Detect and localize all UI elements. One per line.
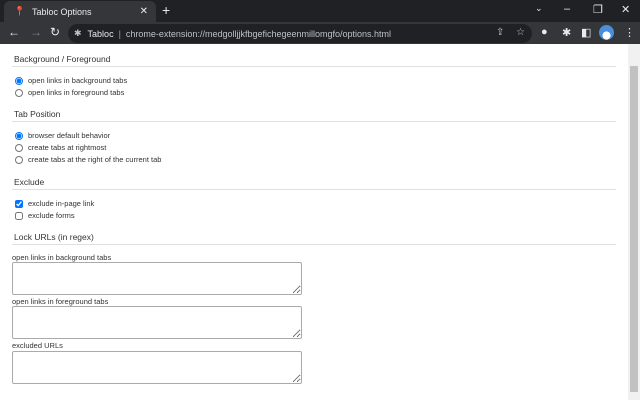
extensions-puzzle-icon[interactable]: ✱: [562, 26, 571, 39]
section-heading-bg-fg: Background / Foreground: [14, 54, 111, 64]
section-heading-lock-urls: Lock URLs (in regex): [14, 232, 94, 242]
field-label: open links in background tabs: [12, 253, 112, 262]
radio-background-tabs[interactable]: open links in background tabs: [15, 76, 127, 85]
reload-button[interactable]: ↻: [50, 25, 60, 39]
radio-label: create tabs at the right of the current …: [28, 155, 162, 164]
excluded-urls-textarea[interactable]: [12, 351, 302, 384]
site-label: Tabloc: [87, 28, 114, 39]
pin-icon: 📍: [14, 6, 26, 16]
tab-search-icon[interactable]: ⌄: [535, 3, 543, 14]
checkbox-exclude-in-page-link[interactable]: exclude in-page link: [15, 199, 94, 208]
foreground-urls-textarea[interactable]: [12, 306, 302, 339]
bookmark-star-icon[interactable]: ☆: [516, 27, 525, 38]
close-tab-icon[interactable]: ✕: [140, 6, 148, 17]
radio-right-of-current[interactable]: create tabs at the right of the current …: [15, 155, 161, 164]
tabloc-extension-icon[interactable]: ●: [541, 26, 548, 38]
radio-label: open links in foreground tabs: [28, 88, 125, 97]
radio-label: browser default behavior: [28, 131, 111, 140]
checkbox-label: exclude in-page link: [28, 199, 95, 208]
radio-browser-default[interactable]: browser default behavior: [15, 131, 110, 140]
extension-icon: ✱: [74, 28, 82, 38]
back-button[interactable]: ←: [8, 25, 20, 39]
scrollbar-thumb[interactable]: [630, 66, 638, 392]
field-label: excluded URLs: [12, 341, 63, 350]
radio-label: open links in background tabs: [28, 76, 128, 85]
radio-rightmost[interactable]: create tabs at rightmost: [15, 143, 106, 152]
checkbox-exclude-forms[interactable]: exclude forms: [15, 211, 75, 220]
section-heading-exclude: Exclude: [14, 177, 45, 187]
side-panel-icon[interactable]: ◧: [581, 26, 591, 39]
divider: [12, 244, 616, 245]
section-heading-tab-position: Tab Position: [14, 109, 61, 119]
radio-label: create tabs at rightmost: [28, 143, 107, 152]
divider: [12, 121, 616, 122]
divider: [12, 66, 616, 67]
menu-icon[interactable]: ⋮: [624, 26, 635, 39]
radio-foreground-tabs[interactable]: open links in foreground tabs: [15, 88, 124, 97]
maximize-button[interactable]: ❐: [593, 3, 603, 16]
tab-strip: 📍 Tabloc Options ✕ + ⌄ – ❐ ✕: [0, 0, 640, 22]
separator: |: [118, 28, 121, 39]
browser-toolbar: ← → ↻ ✱ Tabloc | chrome-extension://medg…: [0, 22, 640, 44]
new-tab-button[interactable]: +: [162, 2, 170, 18]
tab-tabloc-options[interactable]: 📍 Tabloc Options ✕: [4, 1, 156, 22]
background-urls-textarea[interactable]: [12, 262, 302, 295]
divider: [12, 189, 616, 190]
url-text: chrome-extension://medgolljjkfbgefichege…: [125, 28, 392, 39]
page-scrollbar[interactable]: [628, 44, 640, 400]
close-window-button[interactable]: ✕: [621, 3, 630, 16]
profile-avatar[interactable]: [599, 25, 614, 40]
tab-title: Tabloc Options: [32, 6, 92, 17]
share-icon[interactable]: ⇪: [496, 27, 504, 38]
forward-button[interactable]: →: [30, 25, 42, 39]
minimize-button[interactable]: –: [564, 3, 570, 15]
address-bar[interactable]: ✱ Tabloc | chrome-extension://medgolljjk…: [68, 24, 532, 43]
checkbox-label: exclude forms: [28, 211, 75, 220]
field-label: open links in foreground tabs: [12, 297, 109, 306]
options-page: Background / Foreground open links in ba…: [0, 44, 628, 400]
